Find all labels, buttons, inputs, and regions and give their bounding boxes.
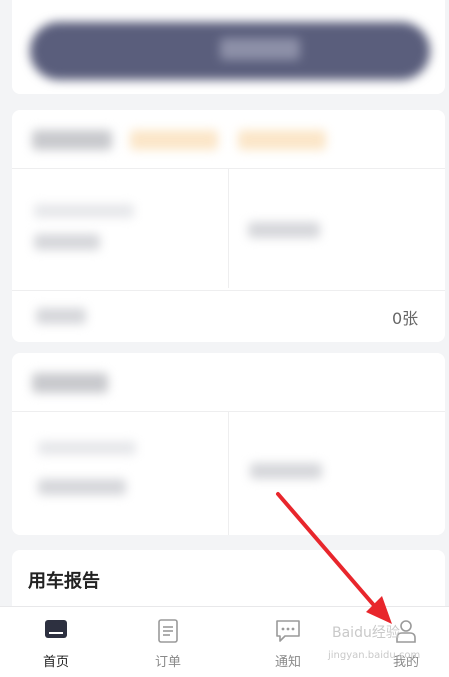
divider — [12, 290, 445, 291]
blurred-heading — [32, 373, 108, 393]
tab-home[interactable]: 首页 — [0, 607, 112, 677]
blurred-value — [38, 479, 126, 495]
blurred-tag — [238, 130, 326, 150]
divider — [228, 411, 229, 535]
blurred-value — [250, 463, 322, 479]
account-card: 0张 — [12, 110, 445, 342]
blurred-value — [248, 222, 320, 238]
document-icon — [157, 619, 179, 647]
blurred-tag — [130, 130, 218, 150]
tab-label: 订单 — [154, 655, 181, 670]
usage-card — [12, 353, 445, 535]
blurred-text — [34, 204, 134, 218]
divider — [228, 168, 229, 288]
blurred-text — [36, 308, 86, 324]
count-suffix: 0张 — [392, 309, 419, 328]
watermark-url: jingyan.baidu.com — [328, 650, 421, 661]
blurred-value — [34, 234, 100, 250]
chat-bubble-icon — [275, 619, 301, 647]
blurred-button-label — [220, 38, 300, 60]
watermark-brand: Baidu经验 — [332, 625, 400, 641]
tab-label: 首页 — [42, 655, 69, 670]
primary-action-button[interactable] — [30, 22, 430, 80]
tab-mine[interactable]: 我的 — [350, 607, 449, 677]
report-section-title: 用车报告 — [28, 571, 100, 592]
action-card — [12, 0, 445, 94]
tab-orders[interactable]: 订单 — [112, 607, 224, 677]
tab-notifications[interactable]: 通知 — [232, 607, 344, 677]
home-card-icon — [44, 619, 68, 645]
blurred-text — [38, 441, 136, 455]
blurred-heading — [32, 130, 112, 150]
